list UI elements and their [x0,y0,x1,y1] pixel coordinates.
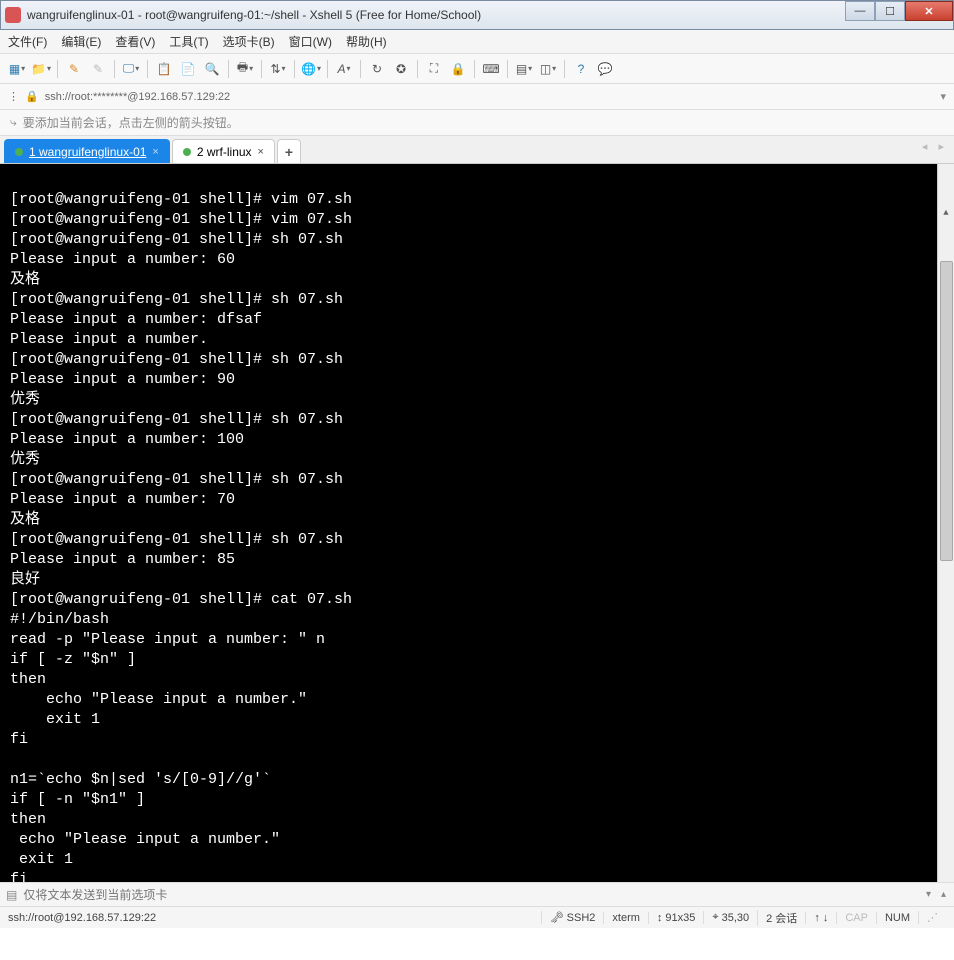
menu-help[interactable]: 帮助(H) [346,33,387,50]
tab-nav-arrows[interactable]: ◂ ▸ [922,140,948,153]
status-dot-icon [15,148,23,156]
status-bar: ssh://root@192.168.57.129:22 🗝SSH2 xterm… [0,906,954,928]
status-cursor: ⌖35,30 [703,911,757,924]
menu-window[interactable]: 窗口(W) [289,33,332,50]
copy-button[interactable]: 📋 [153,58,175,80]
status-num: NUM [876,912,918,924]
scroll-track[interactable] [938,261,954,882]
panes-button[interactable]: ◫ [537,58,559,80]
disconnect-button[interactable]: ✎ [87,58,109,80]
compose-input[interactable] [23,888,918,902]
menu-edit[interactable]: 编辑(E) [61,33,101,50]
ssh-icon: 🗝 [550,911,564,924]
status-term: xterm [603,912,648,924]
transfer-button[interactable]: ⇅ [267,58,289,80]
status-net: ↑↓ [805,912,836,924]
properties-button[interactable]: 🖵 [120,58,142,80]
compose-collapse-icon[interactable]: ▴ [939,889,948,900]
window-titlebar: wangruifenglinux-01 - root@wangruifeng-0… [0,0,954,30]
maximize-button[interactable]: ☐ [875,1,905,21]
tab-close-icon[interactable]: × [152,146,158,158]
terminal[interactable]: [root@wangruifeng-01 shell]# vim 07.sh [… [0,164,954,882]
size-icon: ↕ [657,912,663,924]
new-session-button[interactable]: ▦ [6,58,28,80]
chat-button[interactable]: 💬 [594,58,616,80]
send-mode-icon[interactable]: ▤ [6,888,17,902]
close-button[interactable]: ✕ [905,1,953,21]
status-connection: ssh://root@192.168.57.129:22 [8,912,541,924]
net-up-icon: ↑ [814,912,820,924]
globe-button[interactable]: 🌐 [300,58,322,80]
help-button[interactable]: ? [570,58,592,80]
layout-button[interactable]: ▤ [513,58,535,80]
scroll-thumb[interactable] [940,261,953,561]
menu-bar: 文件(F) 编辑(E) 查看(V) 工具(T) 选项卡(B) 窗口(W) 帮助(… [0,30,954,54]
menu-tabs[interactable]: 选项卡(B) [223,33,275,50]
hint-arrow-icon[interactable]: ⤷ [10,115,17,130]
menu-view[interactable]: 查看(V) [115,33,155,50]
status-size: ↕91x35 [648,912,703,924]
window-buttons: — ☐ ✕ [845,1,953,21]
font-button[interactable]: A [333,58,355,80]
address-bar: ⋮ 🔒 ssh://root:********@192.168.57.129:2… [0,84,954,110]
status-resize-grip[interactable]: ⋰ [918,911,946,924]
compose-dropdown-icon[interactable]: ▾ [924,889,933,900]
net-down-icon: ↓ [823,912,829,924]
hint-bar: ⤷ 要添加当前会话，点击左侧的箭头按钮。 [0,110,954,136]
lock-button[interactable]: 🔒 [447,58,469,80]
tab-session-1[interactable]: 1 wangruifenglinux-01 × [4,139,170,163]
open-button[interactable]: 📁 [30,58,52,80]
fullscreen-button[interactable]: ⛶ [423,58,445,80]
protocol-indicator: ⋮ [8,90,19,103]
sync-button[interactable]: ↻ [366,58,388,80]
scroll-up-icon[interactable]: ▲ [938,204,954,221]
menu-tools[interactable]: 工具(T) [169,33,208,50]
reconnect-button[interactable]: ✎ [63,58,85,80]
paste-button[interactable]: 📄 [177,58,199,80]
lock-icon: 🔒 [25,90,39,103]
app-icon [5,7,21,23]
tab-session-2[interactable]: 2 wrf-linux × [172,139,275,163]
compose-bar: ▤ ▾ ▴ [0,882,954,906]
address-text[interactable]: ssh://root:********@192.168.57.129:22 [45,91,230,103]
window-title: wangruifenglinux-01 - root@wangruifeng-0… [27,8,949,22]
toolbar: ▦ 📁 ✎ ✎ 🖵 📋 📄 🔍 🖶 ⇅ 🌐 A ↻ ✪ ⛶ 🔒 ⌨ ▤ ◫ ? … [0,54,954,84]
keyboard-button[interactable]: ⌨ [480,58,502,80]
terminal-scrollbar[interactable]: ▲ ▼ [937,164,954,882]
hint-text: 要添加当前会话，点击左侧的箭头按钮。 [23,114,239,131]
status-sessions: 2 会话 [757,910,805,926]
tab-add-button[interactable]: + [277,139,301,163]
status-cap: CAP [836,912,876,924]
minimize-button[interactable]: — [845,1,875,21]
tab-bar: 1 wangruifenglinux-01 × 2 wrf-linux × + … [0,136,954,164]
compass-button[interactable]: ✪ [390,58,412,80]
find-button[interactable]: 🔍 [201,58,223,80]
print-button[interactable]: 🖶 [234,58,256,80]
terminal-output: [root@wangruifeng-01 shell]# vim 07.sh [… [10,191,352,882]
status-ssh: 🗝SSH2 [541,911,604,924]
cursor-icon: ⌖ [712,911,718,924]
tab-label: 2 wrf-linux [197,145,252,159]
tab-label: 1 wangruifenglinux-01 [29,145,146,159]
menu-file[interactable]: 文件(F) [8,33,47,50]
status-dot-icon [183,148,191,156]
tab-close-icon[interactable]: × [258,146,264,158]
address-dropdown-icon[interactable]: ▾ [940,90,946,103]
